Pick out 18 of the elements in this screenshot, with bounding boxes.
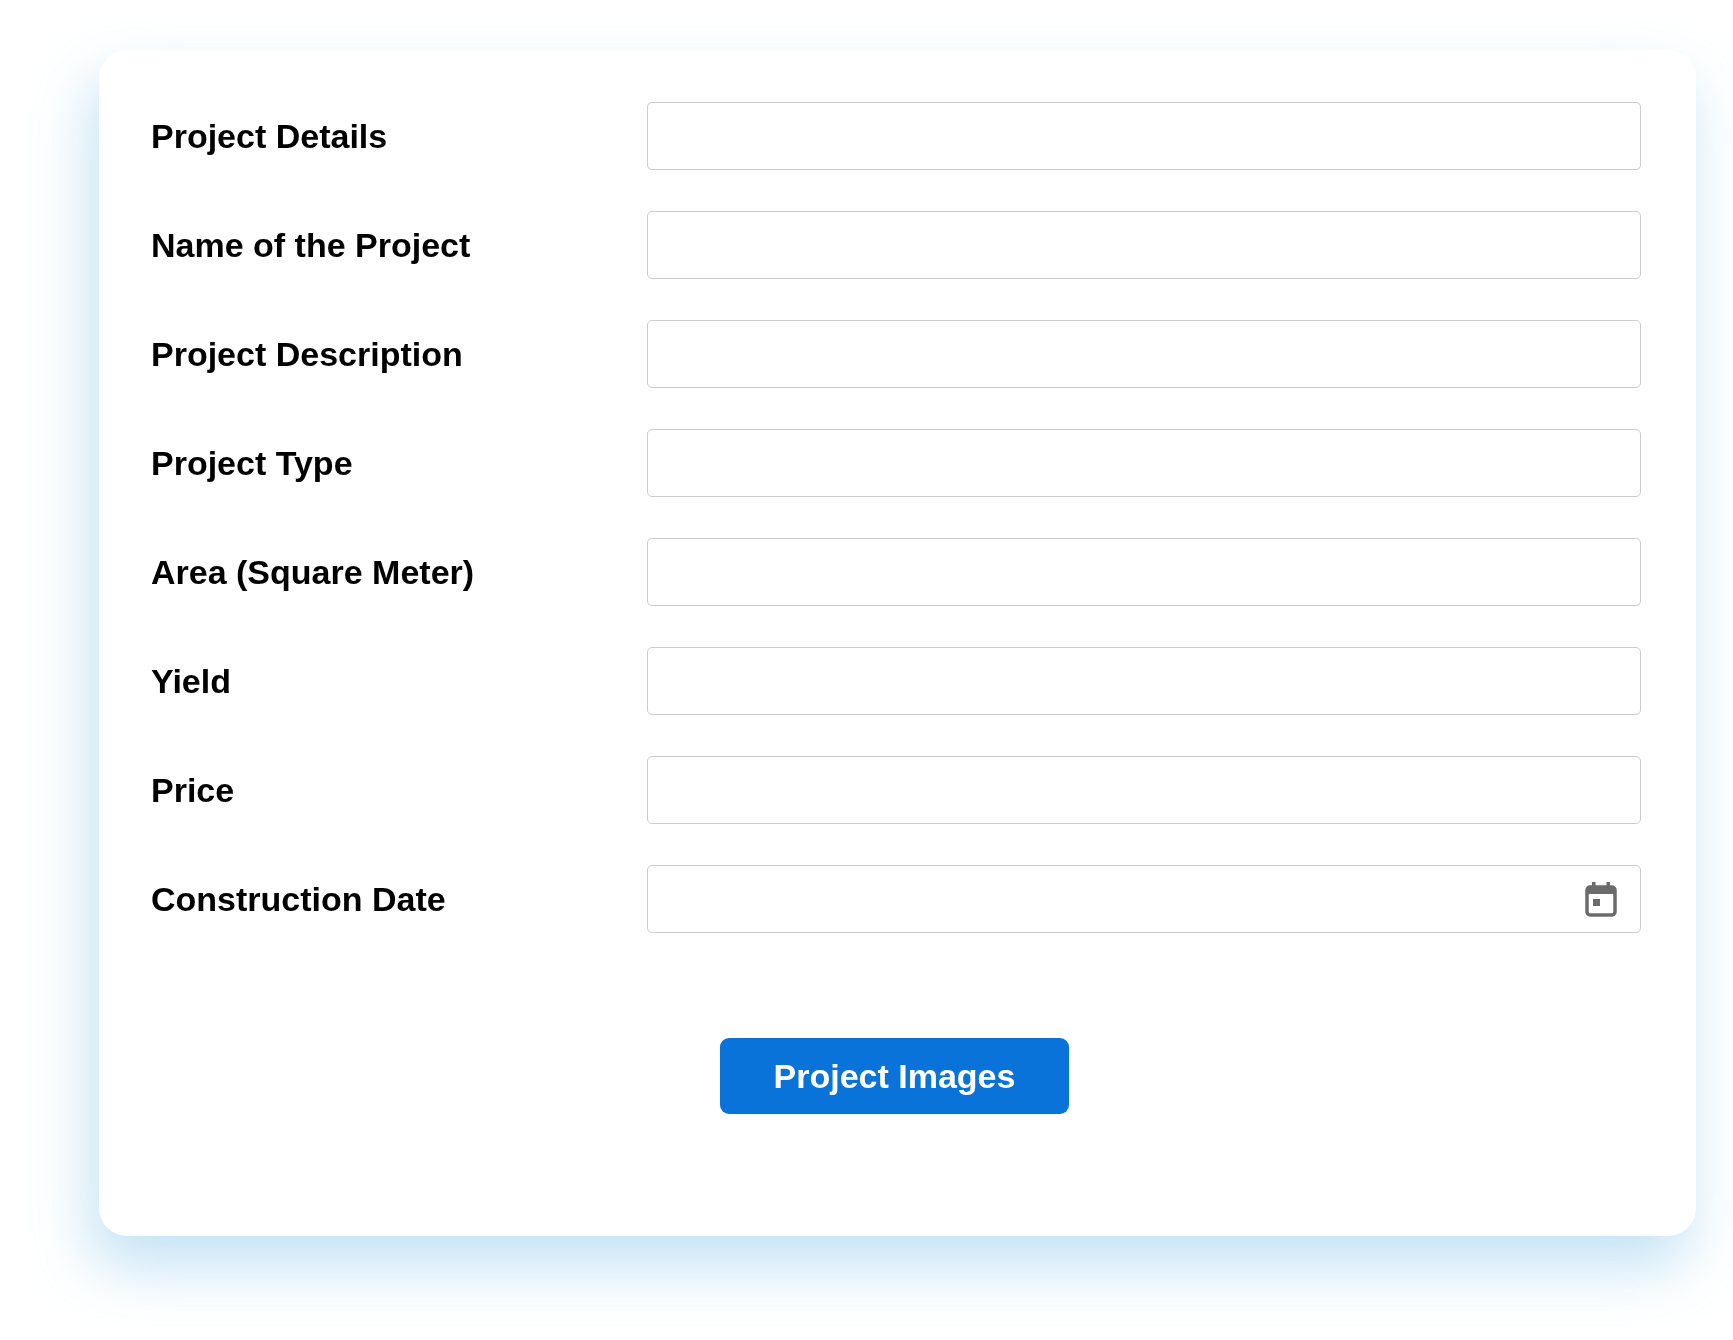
input-field[interactable] — [647, 429, 1641, 497]
input-field[interactable] — [647, 102, 1641, 170]
field-label: Name of the Project — [151, 225, 472, 265]
calendar-icon[interactable] — [1584, 881, 1618, 917]
date-field[interactable] — [647, 865, 1641, 933]
input-field[interactable] — [647, 320, 1641, 388]
field-label: Project Type — [151, 443, 354, 483]
project-images-button[interactable]: Project Images — [720, 1038, 1069, 1114]
field-label: Project Description — [151, 334, 464, 374]
input-field[interactable] — [647, 211, 1641, 279]
field-label: Yield — [151, 661, 232, 701]
field-label: Project Details — [151, 116, 389, 156]
input-field[interactable] — [647, 647, 1641, 715]
input-field[interactable] — [647, 756, 1641, 824]
field-label: Construction Date — [151, 879, 447, 919]
field-label: Area (Square Meter) — [151, 552, 476, 592]
field-label: Price — [151, 770, 236, 810]
input-field[interactable] — [647, 538, 1641, 606]
